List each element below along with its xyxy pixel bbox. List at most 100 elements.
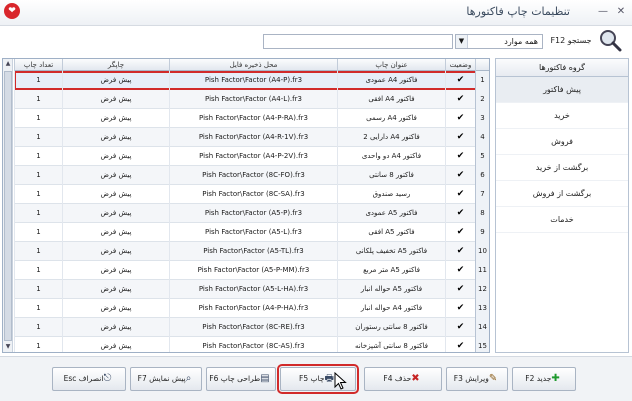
cell-copies: 1 [14, 223, 62, 242]
search-icon[interactable] [598, 28, 622, 52]
status-checkbox[interactable]: ✔ [457, 204, 465, 223]
cell-path: Pish Factor\Factor (8C-SA).fr3 [169, 185, 337, 204]
window-title: تنظیمات چاپ فاکتورها [466, 5, 570, 18]
delete-button[interactable]: ✖حذف F4 [364, 367, 442, 391]
row-number: 13 [475, 299, 489, 318]
status-checkbox[interactable]: ✔ [457, 71, 465, 90]
cell-status: ✔ [445, 185, 475, 204]
header-rownum [475, 59, 489, 71]
table-row[interactable]: 1 پیش فرض Pish Factor\Factor (8C-SA).fr3 رس… [14, 185, 489, 204]
search-input[interactable] [263, 34, 453, 49]
table-row[interactable]: 1 پیش فرض Pish Factor\Factor (A4-P-RA).fr3… [14, 109, 489, 128]
status-checkbox[interactable]: ✔ [457, 128, 465, 147]
cell-path: Pish Factor\Factor (8C-AS).fr3 [169, 337, 337, 352]
cell-title: فاکتور 8 سانتی آشپزخانه [337, 337, 445, 352]
cell-path: Pish Factor\Factor (A4-P-RA).fr3 [169, 109, 337, 128]
sidebar-item-sales-return[interactable]: برگشت از فروش [496, 181, 628, 207]
sidebar-item-purchase[interactable]: خرید [496, 103, 628, 129]
new-button[interactable]: ✚جدید F2 [512, 367, 576, 391]
cell-path: Pish Factor\Factor (A5-L-HA).fr3 [169, 280, 337, 299]
table-row[interactable]: 1 پیش فرض Pish Factor\Factor (8C-FO).fr3 فا… [14, 166, 489, 185]
table-row[interactable]: 1 پیش فرض Pish Factor\Factor (A4-P).fr3 فاک… [14, 71, 489, 90]
table-row[interactable]: 1 پیش فرض Pish Factor\Factor (A4-P-2V).fr3… [14, 147, 489, 166]
status-checkbox[interactable]: ✔ [457, 223, 465, 242]
cell-title: فاکتور A5 متر مربع [337, 261, 445, 280]
status-checkbox[interactable]: ✔ [457, 90, 465, 109]
preview-button[interactable]: ⌕پیش نمایش F7 [130, 367, 202, 391]
sidebar-item-purchase-return[interactable]: برگشت از خرید [496, 155, 628, 181]
header-path[interactable]: محل ذخیره فایل [169, 59, 337, 71]
cell-printer: پیش فرض [62, 166, 169, 185]
status-checkbox[interactable]: ✔ [457, 318, 465, 337]
delete-button-label: حذف F4 [383, 374, 412, 383]
header-copies[interactable]: تعداد چاپ [14, 59, 62, 71]
status-checkbox[interactable]: ✔ [457, 185, 465, 204]
status-checkbox[interactable]: ✔ [457, 109, 465, 128]
scroll-down-icon[interactable]: ▼ [3, 342, 13, 352]
table-row[interactable]: 1 پیش فرض Pish Factor\Factor (A4-L).fr3 فاک… [14, 90, 489, 109]
delete-x-icon: ✖ [411, 373, 420, 384]
cell-copies: 1 [14, 318, 62, 337]
table-row[interactable]: 1 پیش فرض Pish Factor\Factor (A5-TL).fr3 فا… [14, 242, 489, 261]
cell-path: Pish Factor\Factor (A5-TL).fr3 [169, 242, 337, 261]
scroll-thumb[interactable] [4, 71, 12, 341]
cell-status: ✔ [445, 299, 475, 318]
sidebar-item-services[interactable]: خدمات [496, 207, 628, 233]
table-row[interactable]: 1 پیش فرض Pish Factor\Factor (A5-L-HA).fr3… [14, 280, 489, 299]
row-number: 10 [475, 242, 489, 261]
table-row[interactable]: 1 پیش فرض Pish Factor\Factor (A5-P).fr3 فاک… [14, 204, 489, 223]
edit-button[interactable]: ✎ویرایش F3 [446, 367, 508, 391]
row-number: 14 [475, 318, 489, 337]
cell-status: ✔ [445, 128, 475, 147]
cell-copies: 1 [14, 185, 62, 204]
status-checkbox[interactable]: ✔ [457, 261, 465, 280]
table-row[interactable]: 1 پیش فرض Pish Factor\Factor (8C-AS).fr3 فا… [14, 337, 489, 352]
status-checkbox[interactable]: ✔ [457, 299, 465, 318]
cell-copies: 1 [14, 261, 62, 280]
invoice-group-sidebar: گروه فاکتورها پیش فاکتور خرید فروش برگشت… [495, 58, 629, 353]
minimize-icon[interactable]: — [596, 6, 610, 18]
cell-printer: پیش فرض [62, 280, 169, 299]
table-row[interactable]: 1 پیش فرض Pish Factor\Factor (A4-P-HA).fr3… [14, 299, 489, 318]
cell-title: فاکتور 8 سانتی [337, 166, 445, 185]
status-checkbox[interactable]: ✔ [457, 337, 465, 352]
table-row[interactable]: 1 پیش فرض Pish Factor\Factor (8C-RE).fr3 فا… [14, 318, 489, 337]
search-scope-select[interactable]: ▼ همه موارد [455, 34, 543, 49]
close-icon[interactable]: ✕ [614, 6, 628, 18]
cell-title: فاکتور 8 سانتی رستوران [337, 318, 445, 337]
status-checkbox[interactable]: ✔ [457, 147, 465, 166]
cell-title: فاکتور A5 افقی [337, 223, 445, 242]
cell-printer: پیش فرض [62, 128, 169, 147]
search-scope-value: همه موارد [504, 37, 538, 46]
status-checkbox[interactable]: ✔ [457, 242, 465, 261]
cell-printer: پیش فرض [62, 242, 169, 261]
status-checkbox[interactable]: ✔ [457, 166, 465, 185]
print-design-button[interactable]: ▤طراحی چاپ F6 [206, 367, 276, 391]
table-row[interactable]: 1 پیش فرض Pish Factor\Factor (A5-P-MM).fr3… [14, 261, 489, 280]
cell-status: ✔ [445, 204, 475, 223]
row-number: 11 [475, 261, 489, 280]
header-status[interactable]: وضعیت [445, 59, 475, 71]
header-title[interactable]: عنوان چاپ [337, 59, 445, 71]
sidebar-item-pre-invoice[interactable]: پیش فاکتور [496, 77, 628, 103]
table-row[interactable]: 1 پیش فرض Pish Factor\Factor (A5-L).fr3 فاک… [14, 223, 489, 242]
table-row[interactable]: 1 پیش فرض Pish Factor\Factor (A4-R-1V).fr3… [14, 128, 489, 147]
vertical-scrollbar[interactable]: ▲ ▼ [3, 59, 13, 352]
cancel-button[interactable]: ⎋انصراف Esc [52, 367, 126, 391]
table-header: تعداد چاپ چاپگر محل ذخیره فایل عنوان چاپ… [14, 59, 489, 71]
cell-printer: پیش فرض [62, 223, 169, 242]
search-label: جستجو F12 [550, 36, 592, 45]
scroll-up-icon[interactable]: ▲ [3, 59, 13, 69]
app-logo-icon: ❤ [4, 3, 20, 19]
sidebar-item-sales[interactable]: فروش [496, 129, 628, 155]
header-printer[interactable]: چاپگر [62, 59, 169, 71]
cell-path: Pish Factor\Factor (A5-L).fr3 [169, 223, 337, 242]
status-checkbox[interactable]: ✔ [457, 280, 465, 299]
cell-title: فاکتور A5 عمودی [337, 204, 445, 223]
cell-copies: 1 [14, 109, 62, 128]
magnifier-icon: ⌕ [185, 373, 192, 384]
chevron-down-icon[interactable]: ▼ [456, 35, 468, 48]
cell-path: Pish Factor\Factor (A4-R-1V).fr3 [169, 128, 337, 147]
cell-status: ✔ [445, 166, 475, 185]
cell-title: رسید صندوق [337, 185, 445, 204]
